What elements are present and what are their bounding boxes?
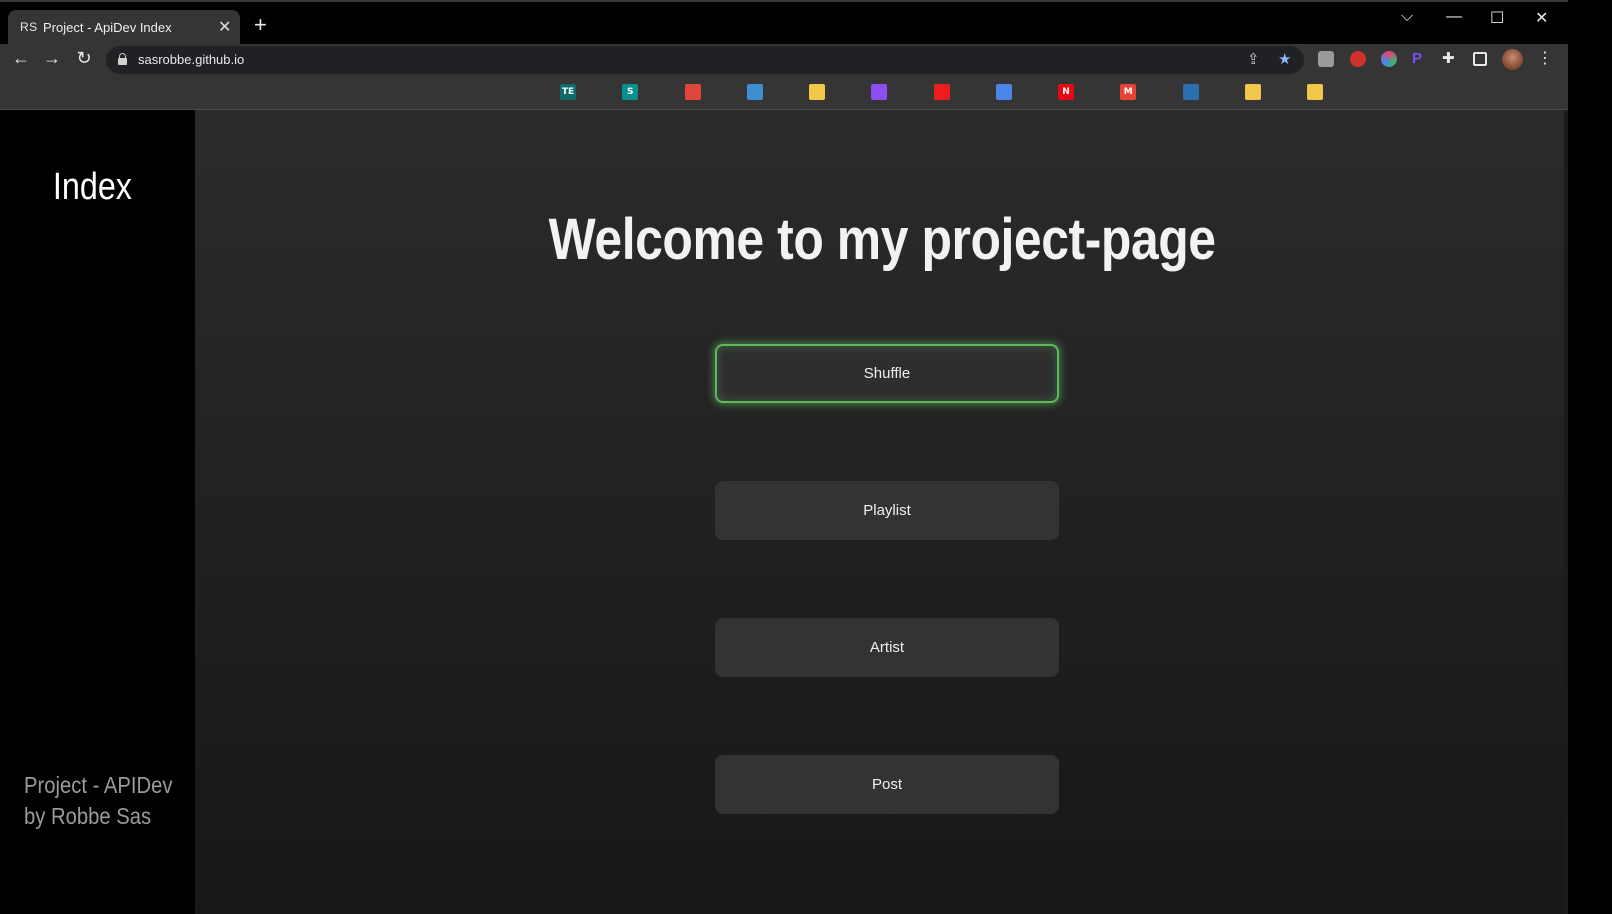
translate-icon[interactable]: [995, 84, 1012, 100]
ext-p-icon[interactable]: P: [1412, 51, 1428, 67]
ext-multicolor-icon[interactable]: [1381, 51, 1397, 67]
extensions-puzzle-icon[interactable]: ✚: [1442, 51, 1458, 67]
tab-strip: RS Project - ApiDev Index ✕ + ⌵ — ☐ ✕: [0, 0, 1568, 46]
address-bar[interactable]: sasrobbe.github.io ⇪ ★: [106, 46, 1304, 74]
shuffle-button[interactable]: Shuffle: [715, 344, 1059, 403]
netflix-icon[interactable]: N: [1058, 84, 1074, 100]
sidebar-footer: Project - APIDev by Robbe Sas: [24, 770, 172, 832]
back-icon[interactable]: ←: [9, 48, 33, 69]
url-text[interactable]: sasrobbe.github.io: [138, 52, 244, 67]
maximize-icon[interactable]: ☐: [1490, 8, 1504, 28]
tab-close-icon[interactable]: ✕: [218, 17, 231, 37]
youtube-icon[interactable]: [933, 84, 950, 100]
minimize-icon[interactable]: —: [1446, 8, 1462, 26]
sidebar-title: Index: [52, 166, 132, 208]
post-button[interactable]: Post: [715, 755, 1059, 814]
side-panel-icon[interactable]: [1473, 52, 1487, 66]
circle-dots-icon[interactable]: [684, 84, 701, 100]
footer-project: Project - APIDev: [24, 772, 173, 798]
playlist-button[interactable]: Playlist: [715, 481, 1059, 540]
cisco-icon[interactable]: [746, 84, 763, 100]
browser-toolbar: ← → ↻ sasrobbe.github.io ⇪ ★ P ✚ ⋮: [0, 44, 1568, 76]
tab-title: Project - ApiDev Index: [43, 20, 172, 35]
page-title: Welcome to my project-page: [548, 207, 1216, 272]
page-content: Index Project - APIDev by Robbe Sas Welc…: [0, 110, 1568, 914]
artist-button[interactable]: Artist: [715, 618, 1059, 677]
ext-red-icon[interactable]: [1350, 51, 1366, 67]
sharepoint-icon[interactable]: S: [622, 84, 639, 100]
new-tab-icon[interactable]: +: [254, 14, 267, 36]
sticky-note-icon[interactable]: [809, 84, 825, 100]
sticky-note-icon[interactable]: [1307, 84, 1323, 100]
menu-icon[interactable]: ⋮: [1533, 48, 1557, 68]
steam-icon[interactable]: [1182, 84, 1199, 100]
bookmarks-bar: TE S N M: [0, 76, 1568, 110]
tab-active[interactable]: RS Project - ApiDev Index ✕: [8, 10, 240, 46]
tab-search-icon[interactable]: ⌵: [1401, 8, 1413, 26]
screen-edge: [1568, 0, 1612, 914]
lock-icon[interactable]: [118, 53, 127, 65]
sidebar: Index Project - APIDev by Robbe Sas: [0, 110, 195, 914]
tab-favicon: RS: [20, 20, 38, 34]
gmail-icon[interactable]: M: [1120, 84, 1137, 100]
bookmark-star-icon[interactable]: ★: [1278, 50, 1291, 68]
share-icon[interactable]: ⇪: [1247, 50, 1260, 68]
reload-icon[interactable]: ↻: [72, 48, 96, 69]
twitch-icon[interactable]: [871, 84, 888, 100]
profile-avatar[interactable]: [1502, 49, 1523, 70]
ext-k-icon[interactable]: [1318, 51, 1334, 67]
forward-icon[interactable]: →: [40, 48, 64, 69]
browser-window: RS Project - ApiDev Index ✕ + ⌵ — ☐ ✕ ← …: [0, 0, 1568, 914]
te-icon[interactable]: TE: [560, 84, 576, 100]
footer-author: by Robbe Sas: [24, 803, 152, 829]
sticky-note-icon[interactable]: [1244, 84, 1261, 100]
close-window-icon[interactable]: ✕: [1535, 8, 1548, 28]
